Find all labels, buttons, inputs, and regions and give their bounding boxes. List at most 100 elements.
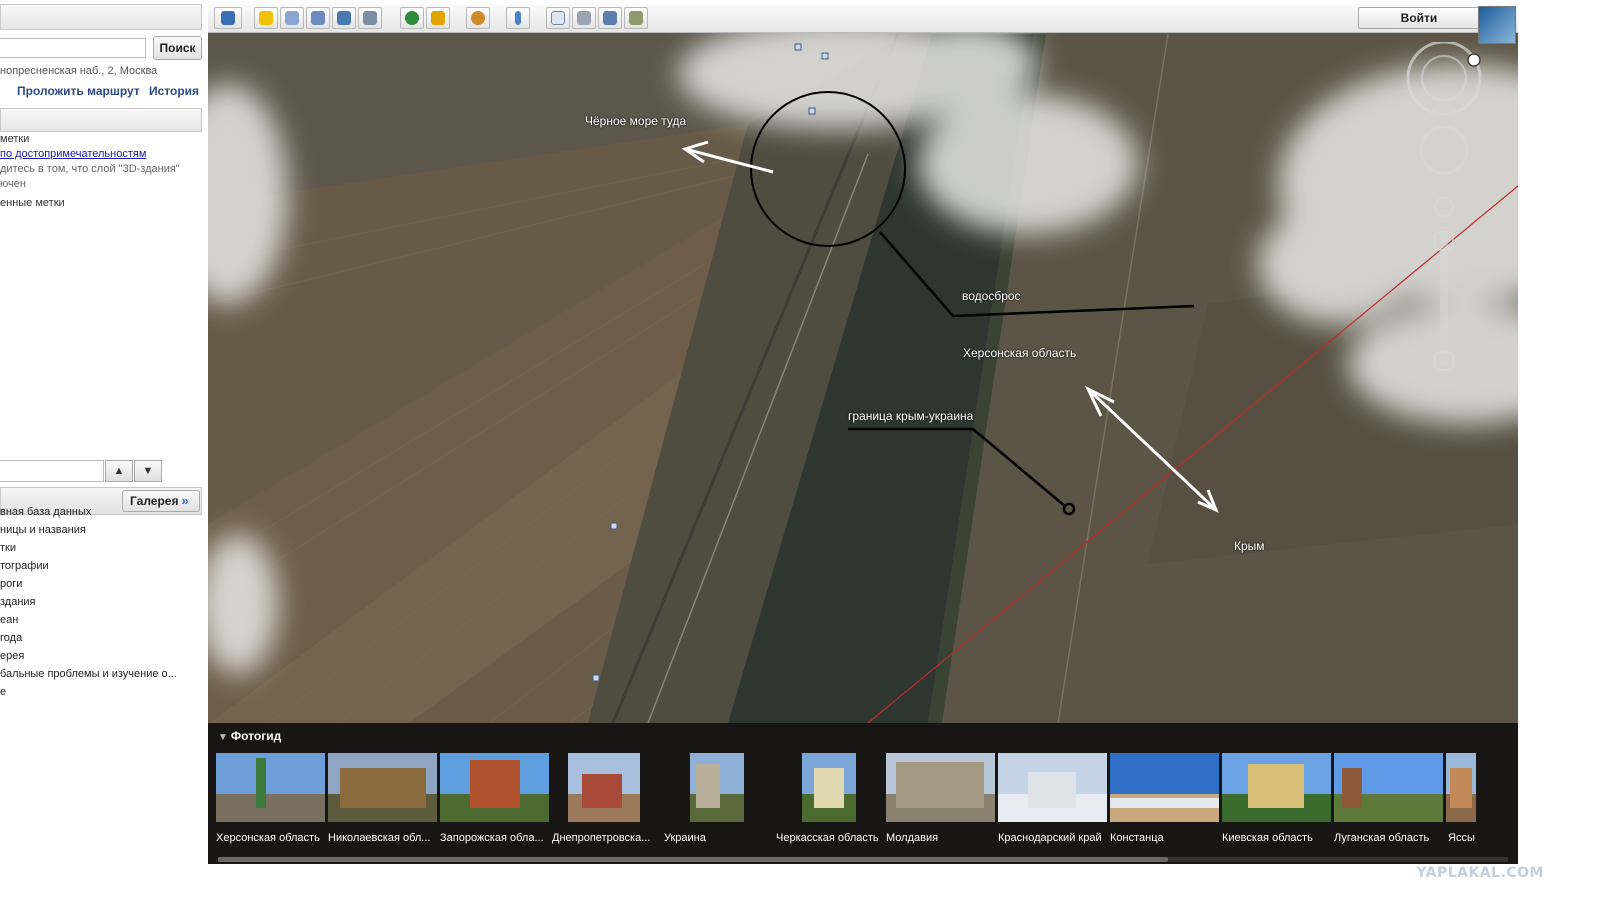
layer-item[interactable]: ницы и названия [0,524,86,536]
layer-item[interactable]: бальные проблемы и изучение о... [0,668,177,680]
save-image-icon [629,11,643,25]
polygon-icon [285,11,299,25]
search-result-address[interactable]: нопресненская наб., 2, Москва [0,65,157,77]
look-joystick[interactable] [1406,42,1482,116]
navigation-controls[interactable] [1404,42,1494,382]
ruler-button[interactable] [506,7,530,29]
record-tour-button[interactable] [358,7,382,29]
layer-item[interactable]: здания [0,596,36,608]
photo-thumbnail[interactable] [690,753,744,822]
arrow-up-icon: ▲ [113,465,125,477]
photo-caption[interactable]: Молдавия [886,832,998,844]
photo-caption[interactable]: Запорожская обла... [440,832,552,844]
annotation-border: граница крым-украина [848,409,974,423]
view-in-maps-button[interactable] [598,7,622,29]
layer-item[interactable]: тографии [0,560,49,572]
photo-guide-scrollbar[interactable] [218,857,1508,862]
photo-caption[interactable]: Днепропетровска... [552,832,664,844]
layer-item[interactable]: роги [0,578,22,590]
layer-item[interactable]: вная база данных [0,506,91,518]
layer-item[interactable]: еан [0,614,18,626]
history-link[interactable]: История [149,84,199,98]
photo-guide-header[interactable]: ▼ Фотогид [218,729,281,743]
add-placemark-button[interactable] [254,7,278,29]
north-reset-icon[interactable] [1467,53,1481,67]
google-maps-icon [603,11,617,25]
sunlight-button[interactable] [426,7,450,29]
photo-guide-panel: ▼ Фотогид Херсонская область Николаевская… [208,723,1518,864]
sidebar-toggle-button[interactable] [214,7,242,29]
route-link[interactable]: Проложить маршрут [17,84,140,98]
layer-item[interactable]: тки [0,542,16,554]
move-joystick[interactable] [1420,126,1468,174]
double-chevron-right-icon: » [181,493,189,508]
save-image-button[interactable] [624,7,648,29]
places-item-temporary[interactable]: енные метки [0,197,65,209]
photo-thumbnail[interactable] [440,753,549,822]
site-watermark: YAPLAKAL.COM [1416,865,1544,881]
photo-thumbnail[interactable] [886,753,995,822]
places-note-line2: ючен [0,178,26,190]
photo-caption[interactable]: Яссы [1448,832,1508,844]
overview-globe-thumbnail[interactable] [1478,6,1516,44]
earth-view[interactable]: Войти Чёрное море туда водосброс Херсонс… [208,4,1518,864]
layer-item[interactable]: е [0,686,6,698]
places-filter-input[interactable] [0,460,104,482]
add-polygon-button[interactable] [280,7,304,29]
photo-caption[interactable]: Украина [664,832,776,844]
photo-caption[interactable]: Херсонская область [216,832,328,844]
annotation-spillway: водосброс [962,289,1021,303]
pegman-icon[interactable] [1434,197,1454,217]
overlay-icon [337,11,351,25]
places-note-line1: дитесь в том, что слой "3D-здания" [0,163,180,175]
arrow-down-icon: ▼ [142,465,154,477]
annotation-crimea: Крым [1234,539,1265,553]
photo-caption[interactable]: Краснодарский край [998,832,1110,844]
historical-imagery-button[interactable] [400,7,424,29]
places-item-placemarks[interactable]: метки [0,133,29,145]
photo-caption[interactable]: Николаевская обл... [328,832,440,844]
places-header-bar [0,108,202,132]
photo-thumbnail[interactable] [216,753,325,822]
photo-caption[interactable]: Киевская область [1222,832,1334,844]
scrollbar-thumb[interactable] [218,857,1168,862]
add-overlay-button[interactable] [332,7,356,29]
photo-thumbnail[interactable] [802,753,856,822]
move-up-button[interactable]: ▲ [105,460,133,482]
gallery-label: Галерея [130,494,179,508]
photo-thumbnail[interactable] [1222,753,1331,822]
search-button[interactable]: Поиск [153,36,202,60]
sightseeing-tour-link[interactable]: по достопримечательностям [0,148,146,160]
photo-guide-title: Фотогид [230,729,282,743]
photo-caption[interactable]: Констанца [1110,832,1222,844]
email-icon [551,11,565,25]
print-icon [577,11,591,25]
photo-thumbnail[interactable] [998,753,1107,822]
planets-icon [471,11,485,25]
move-down-button[interactable]: ▼ [134,460,162,482]
sidebar-icon [221,11,235,25]
print-button[interactable] [572,7,596,29]
ruler-icon [515,11,521,25]
sun-icon [431,11,445,25]
photo-thumbnail[interactable] [1446,753,1476,822]
photo-caption[interactable]: Луганская область [1334,832,1446,844]
photo-thumbnail[interactable] [1334,753,1443,822]
photo-thumbnail[interactable] [568,753,640,822]
path-icon [311,11,325,25]
look-joystick-inner[interactable] [1421,55,1467,101]
collapse-chevron-icon: ▼ [218,732,228,743]
sidebar-panel: Поиск нопресненская наб., 2, Москва Прол… [0,0,208,868]
photo-thumbnail[interactable] [1110,753,1219,822]
layer-item[interactable]: года [0,632,22,644]
add-path-button[interactable] [306,7,330,29]
layer-item[interactable]: ерея [0,650,24,662]
photo-caption[interactable]: Черкасская область [776,832,888,844]
gallery-button[interactable]: Галерея» [122,490,200,512]
search-input[interactable] [0,38,146,58]
placemark-icon [259,11,273,25]
photo-thumbnail[interactable] [328,753,437,822]
planets-button[interactable] [466,7,490,29]
email-button[interactable] [546,7,570,29]
login-button[interactable]: Войти [1358,7,1480,29]
